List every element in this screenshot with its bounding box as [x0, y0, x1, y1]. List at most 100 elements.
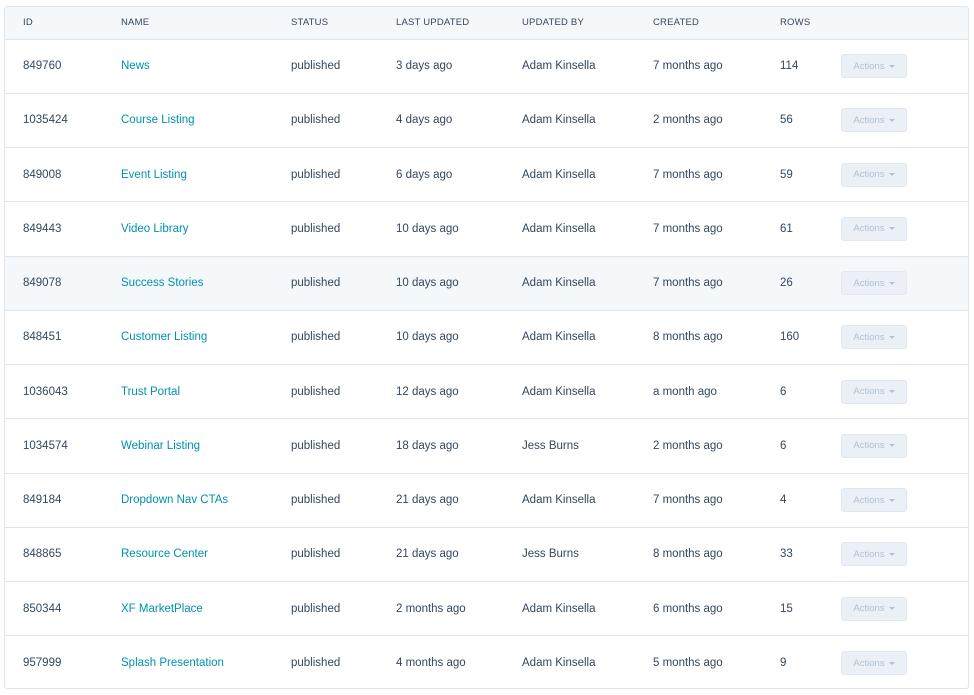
- row-row-count: 160: [762, 310, 841, 366]
- actions-dropdown-button[interactable]: Actions: [841, 488, 907, 513]
- row-row-count: 15: [762, 581, 841, 637]
- actions-button-label: Actions: [853, 60, 885, 72]
- row-last-updated: 10 days ago: [378, 201, 504, 257]
- row-name-cell: Resource Center: [103, 527, 273, 583]
- row-status: published: [273, 364, 378, 420]
- row-updated-by: Adam Kinsella: [522, 657, 596, 670]
- row-updated-by: Adam Kinsella: [504, 39, 635, 94]
- row-actions-cell: Actions: [841, 93, 968, 149]
- actions-dropdown-button[interactable]: Actions: [841, 216, 907, 241]
- row-name-link[interactable]: Course Listing: [121, 114, 195, 126]
- row-last-updated: 21 days ago: [378, 527, 504, 583]
- actions-dropdown-button[interactable]: Actions: [841, 542, 907, 567]
- row-last-updated: 2 months ago: [378, 581, 504, 637]
- table-row: 848865 Resource Center published 21 days…: [5, 527, 968, 583]
- caret-down-icon: [888, 64, 895, 68]
- row-row-count: 9: [780, 657, 787, 670]
- actions-button-label: Actions: [853, 657, 885, 669]
- actions-dropdown-button[interactable]: Actions: [841, 108, 907, 133]
- column-header-name[interactable]: NAME: [103, 7, 273, 40]
- actions-button-label: Actions: [853, 386, 885, 398]
- actions-button-label: Actions: [853, 169, 885, 181]
- column-header-created[interactable]: CREATED: [635, 7, 762, 40]
- row-created: 6 months ago: [635, 581, 762, 637]
- actions-button-label: Actions: [853, 440, 885, 452]
- row-name-link[interactable]: XF MarketPlace: [121, 603, 203, 615]
- row-created: 8 months ago: [635, 310, 762, 366]
- actions-dropdown-button[interactable]: Actions: [841, 651, 907, 676]
- row-actions-cell: Actions: [841, 418, 968, 474]
- row-status: published: [273, 418, 378, 474]
- row-status: published: [273, 39, 378, 94]
- row-id: 849760: [5, 39, 103, 94]
- row-name-cell: Webinar Listing: [103, 418, 273, 474]
- row-name-link[interactable]: Trust Portal: [121, 386, 180, 398]
- caret-down-icon: [888, 335, 895, 339]
- row-name-link[interactable]: Customer Listing: [121, 331, 207, 343]
- caret-down-icon: [888, 444, 895, 448]
- row-actions-cell: Actions: [841, 636, 968, 688]
- row-name-link[interactable]: Resource Center: [121, 548, 208, 560]
- actions-dropdown-button[interactable]: Actions: [841, 325, 907, 350]
- actions-dropdown-button[interactable]: Actions: [841, 54, 907, 79]
- row-status: published: [273, 473, 378, 528]
- row-last-updated: 10 days ago: [378, 256, 504, 311]
- actions-dropdown-button[interactable]: Actions: [841, 596, 907, 621]
- table-row: 850344 XF MarketPlace published 2 months…: [5, 581, 968, 637]
- row-name-link[interactable]: Event Listing: [121, 169, 187, 181]
- row-id: 1036043: [5, 364, 103, 420]
- row-row-count: 6: [762, 418, 841, 474]
- row-created: 7 months ago: [635, 473, 762, 528]
- row-row-count: 59: [762, 147, 841, 203]
- row-updated-by: Adam Kinsella: [504, 310, 635, 366]
- row-row-count: 61: [762, 201, 841, 257]
- row-name-cell: XF MarketPlace: [103, 581, 273, 637]
- column-header-status[interactable]: STATUS: [273, 7, 378, 40]
- row-updated-by: Adam Kinsella: [504, 473, 635, 528]
- row-status: published: [273, 310, 378, 366]
- row-status: published: [273, 201, 378, 257]
- row-id: 848865: [5, 527, 103, 583]
- row-id: 850344: [5, 581, 103, 637]
- row-updated-by: Adam Kinsella: [504, 581, 635, 637]
- row-name-cell: Dropdown Nav CTAs: [103, 473, 273, 528]
- caret-down-icon: [888, 173, 895, 177]
- row-last-updated: 18 days ago: [378, 418, 504, 474]
- row-id: 849184: [5, 473, 103, 528]
- table-header-row: ID NAME STATUS LAST UPDATED UPDATED BY C…: [5, 7, 968, 40]
- row-name-link[interactable]: Video Library: [121, 223, 189, 235]
- column-header-id[interactable]: ID: [5, 7, 103, 40]
- column-header-last-updated[interactable]: LAST UPDATED: [378, 7, 504, 40]
- row-updated-by: Adam Kinsella: [504, 93, 635, 149]
- actions-dropdown-button[interactable]: Actions: [841, 379, 907, 404]
- table-row: 849760 News published 3 days ago Adam Ki…: [5, 39, 968, 94]
- caret-down-icon: [888, 552, 895, 556]
- row-name-cell: Splash Presentation: [103, 636, 273, 688]
- row-last-updated: 10 days ago: [378, 310, 504, 366]
- row-updated-by: Adam Kinsella: [504, 364, 635, 420]
- column-header-updated-by[interactable]: UPDATED BY: [504, 7, 635, 40]
- row-name-link[interactable]: Dropdown Nav CTAs: [121, 494, 228, 506]
- caret-down-icon: [888, 390, 895, 394]
- table-row: 1035424 Course Listing published 4 days …: [5, 93, 968, 149]
- row-actions-cell: Actions: [841, 201, 968, 257]
- column-header-rows[interactable]: ROWS: [762, 7, 841, 40]
- actions-dropdown-button[interactable]: Actions: [841, 271, 907, 296]
- row-actions-cell: Actions: [841, 473, 968, 528]
- row-name-link[interactable]: Webinar Listing: [121, 440, 200, 452]
- row-updated-by: Adam Kinsella: [504, 256, 635, 311]
- row-last-updated: 3 days ago: [378, 39, 504, 94]
- actions-dropdown-button[interactable]: Actions: [841, 162, 907, 187]
- row-created: 7 months ago: [635, 201, 762, 257]
- row-name-link[interactable]: Splash Presentation: [121, 657, 224, 669]
- row-actions-cell: Actions: [841, 147, 968, 203]
- actions-dropdown-button[interactable]: Actions: [841, 433, 907, 458]
- row-name-link[interactable]: News: [121, 60, 150, 72]
- caret-down-icon: [888, 498, 895, 502]
- table-row: 849008 Event Listing published 6 days ag…: [5, 147, 968, 203]
- row-created: 7 months ago: [635, 39, 762, 94]
- row-updated-by: Jess Burns: [504, 418, 635, 474]
- row-name-link[interactable]: Success Stories: [121, 277, 203, 289]
- row-last-updated: 6 days ago: [378, 147, 504, 203]
- row-created: 5 months ago: [653, 657, 723, 670]
